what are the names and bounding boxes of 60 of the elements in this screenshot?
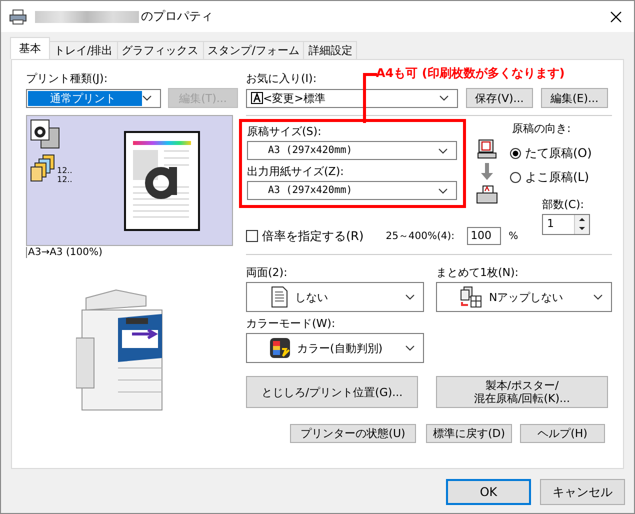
favorites-button[interactable]: 保存(V)... [466,88,533,108]
original-size-label: 原稿サイズ(S): [247,125,322,139]
print-type-label: プリント種類(J): [26,72,108,86]
color-mode-label: カラーモード(W): [246,317,336,331]
arrow-down-icon [480,163,494,181]
favorites-dropdown[interactable]: <変更>標準 [246,88,458,108]
output-size-label: 出力用紙サイズ(Z): [247,165,344,179]
color-palette-icon [269,337,291,359]
monitor-icon [477,139,497,159]
document-icon [269,286,289,308]
preview-caption: A3→A3 (100%) [26,247,102,258]
copies-spinner[interactable]: 1 [542,214,590,235]
radio-button[interactable] [510,172,521,183]
stacked-pages-icon [29,154,57,184]
tab[interactable]: 詳細設定 [303,41,358,59]
scale-label: 倍率を指定する(R) [262,228,364,244]
tab[interactable]: 基本 [10,37,50,59]
original-size-dropdown[interactable]: A3 (297x420mm) [247,141,457,160]
window-title: のプロパティ [141,8,213,25]
chevron-down-icon [593,294,603,300]
chevron-down-icon [142,95,152,101]
print-type-dropdown[interactable]: 通常プリント [26,88,161,108]
dialog-button[interactable]: キャンセル [540,479,625,505]
duplex-dropdown[interactable]: しない [246,282,424,312]
duplex-label: 両面(2): [246,266,288,280]
settings-button[interactable]: 製本/ポスター/ 混在原稿/回転(K)... [436,376,608,408]
dialog-action-button[interactable]: 標準に戻す(D) [426,424,512,443]
chevron-down-icon [405,294,415,300]
close-icon[interactable] [610,10,622,22]
n-up-label: まとめて1枚(N): [436,266,519,280]
letter-a-icon [251,92,263,104]
tab[interactable]: スタンプ/フォーム [202,41,304,59]
page-counter: 12.. [57,175,72,184]
favorites-label: お気に入り(I): [246,72,317,86]
n-up-dropdown[interactable]: Nアップしない [436,282,612,312]
radio-label: たて原稿(O) [525,145,592,162]
favorites-button[interactable]: 編集(E)... [541,88,608,108]
dialog-action-button[interactable]: ヘルプ(H) [520,424,605,443]
settings-button[interactable]: とじしろ/プリント位置(G)... [246,376,418,408]
annotation-note: A4も可 (印刷枚数が多くなります) [376,65,565,82]
checkbox[interactable] [246,230,258,242]
printer-icon [476,185,498,205]
page-counter: 12.. [57,166,72,175]
dialog-button[interactable]: OK [446,479,531,505]
color-mode-dropdown[interactable]: カラー(自動判別) [246,333,424,363]
chevron-down-icon [438,188,448,194]
dialog-action-button[interactable]: プリンターの状態(U) [290,424,416,443]
scale-range-label: 25～400%(4): [386,230,455,243]
copies-label: 部数(C): [542,198,584,212]
printer-icon [9,8,27,24]
output-size-dropdown[interactable]: A3 (297x420mm) [247,181,457,200]
pages-grid-icon [459,286,483,308]
radio-label: よこ原稿(L) [525,169,590,186]
scale-input[interactable]: 100 [466,227,501,245]
chevron-down-icon [438,148,448,154]
radio-button[interactable] [510,148,521,159]
chevron-down-icon [405,345,415,351]
orientation-label: 原稿の向き: [512,122,571,136]
chevron-down-icon [439,95,449,101]
percent-label: % [508,230,518,242]
